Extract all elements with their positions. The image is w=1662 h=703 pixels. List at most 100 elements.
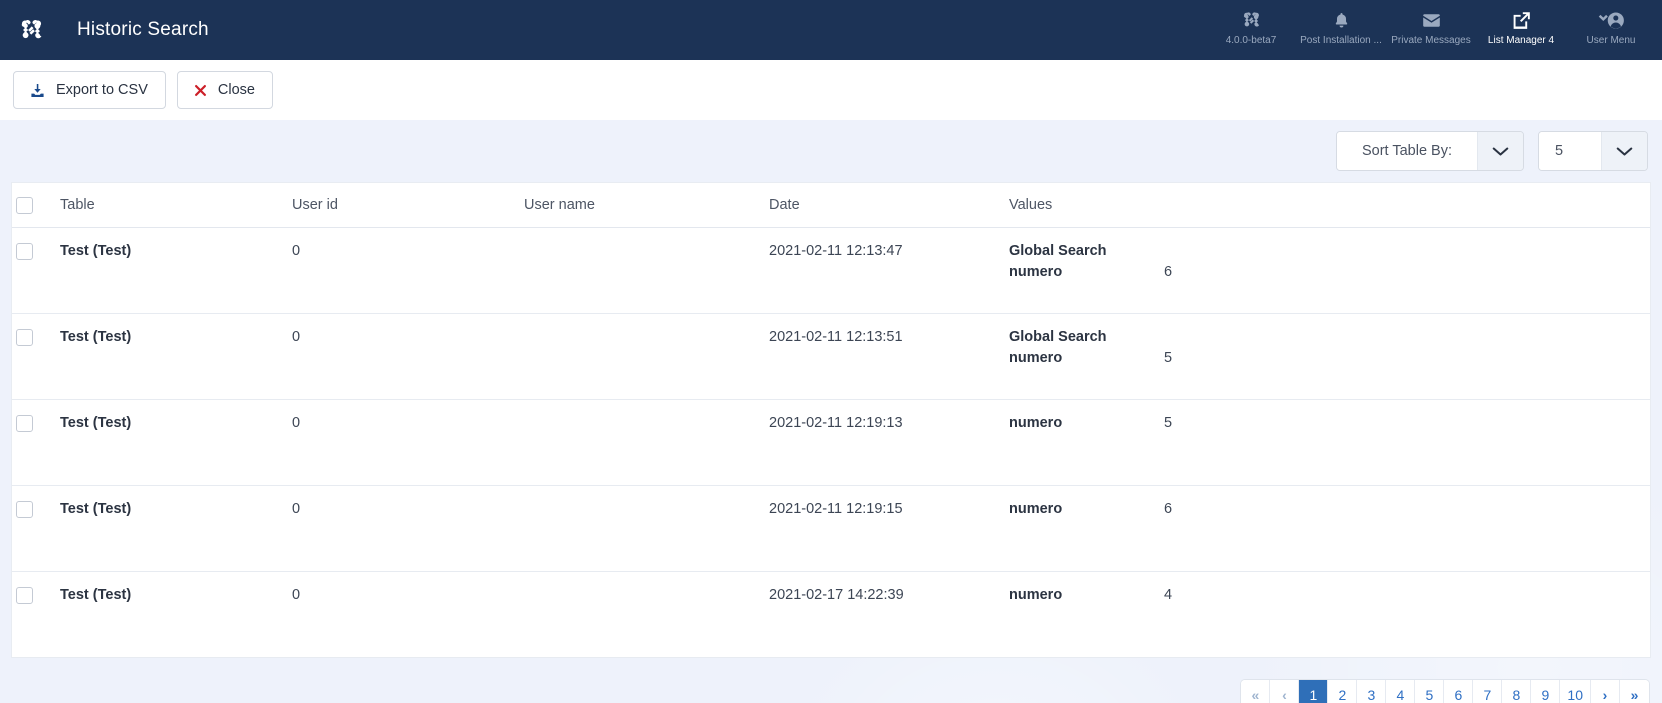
results-table-container: Table User id User name Date Values Test… [11,182,1651,658]
cell-values: numero 4 [1009,571,1650,658]
table-row[interactable]: Test (Test) 0 2021-02-17 14:22:39 numero 4 [12,571,1650,658]
cell-values: Global Search numero 5 [1009,313,1650,400]
cell-date: 2021-02-11 12:19:13 [769,399,1009,486]
header-module-post-installation[interactable]: Post Installation ... [1296,0,1386,60]
column-header-values[interactable]: Values [1009,183,1650,228]
cell-table: Test (Test) [60,571,292,658]
cell-user-id: 0 [292,485,524,572]
items-per-page-select[interactable]: 5 [1538,131,1648,171]
pagination: «‹ 1 2 3 4 5 6 7 8 9 10 ›» [1241,680,1649,703]
last-page[interactable]: » [1620,680,1649,703]
page-8[interactable]: 8 [1502,680,1532,703]
select-all-checkbox[interactable] [16,197,33,214]
export-to-csv-button[interactable]: Export to CSV [13,71,166,109]
next-page[interactable]: › [1591,680,1620,703]
header-module-private-messages[interactable]: Private Messages [1386,0,1476,60]
chevron-down-icon[interactable] [1477,132,1523,170]
row-checkbox[interactable] [16,587,33,604]
header-module-user-menu[interactable]: User Menu [1566,0,1656,60]
value-key: numero [1009,415,1063,431]
values-list: numero 6 [1009,501,1650,517]
value-pair: numero 6 [1009,501,1650,517]
column-header-user-name[interactable]: User name [524,183,769,228]
column-header-date[interactable]: Date [769,183,1009,228]
value-key: numero [1009,350,1063,366]
page-3[interactable]: 3 [1357,680,1387,703]
column-header-table[interactable]: Table [60,183,292,228]
cell-user-id: 0 [292,227,524,314]
filter-bar: Sort Table By: 5 [0,120,1662,182]
cell-user-name [524,313,769,400]
pagination-area: «‹ 1 2 3 4 5 6 7 8 9 10 ›» [0,658,1662,703]
cell-values: numero 5 [1009,399,1650,486]
cell-user-id: 0 [292,399,524,486]
table-head: Table User id User name Date Values [12,183,1650,228]
page-10[interactable]: 10 [1560,680,1591,703]
envelope-icon [1420,9,1443,32]
column-header-user-id[interactable]: User id [292,183,524,228]
table-row[interactable]: Test (Test) 0 2021-02-11 12:19:13 numero 5 [12,399,1650,486]
previous-page[interactable]: ‹ [1270,680,1300,703]
value-number: 6 [1164,501,1173,517]
page-1[interactable]: 1 [1299,680,1329,703]
value-number: 6 [1164,264,1173,280]
page-6[interactable]: 6 [1444,680,1474,703]
cell-table: Test (Test) [60,399,292,486]
row-checkbox[interactable] [16,501,33,518]
table-row[interactable]: Test (Test) 0 2021-02-11 12:13:47 Global Se… [12,227,1650,314]
cell-table: Test (Test) [60,227,292,314]
value-key: Global Search [1009,329,1107,345]
value-number: 5 [1164,415,1173,431]
values-list: Global Search numero 6 [1009,243,1650,280]
row-select-cell [12,485,60,572]
user-menu-icon [1597,9,1625,32]
value-pair: numero 4 [1009,587,1650,603]
header-module-label: User Menu [1586,35,1636,46]
row-checkbox[interactable] [16,415,33,432]
page-title: Historic Search [77,19,209,40]
header-module-list-manager[interactable]: List Manager 4 [1476,0,1566,60]
close-x-icon [193,83,208,98]
header-module-label: 4.0.0-beta7 [1225,35,1277,46]
row-select-cell [12,399,60,486]
table-header-row: Table User id User name Date Values [12,183,1650,228]
cell-user-id: 0 [292,571,524,658]
value-number: 5 [1164,350,1173,366]
download-icon [29,82,46,99]
page-7[interactable]: 7 [1473,680,1503,703]
page-4[interactable]: 4 [1386,680,1416,703]
value-number: 4 [1164,587,1173,603]
joomla-logo-icon[interactable] [0,17,62,44]
sort-table-by-select[interactable]: Sort Table By: [1336,131,1524,171]
values-list: Global Search numero 5 [1009,329,1650,366]
bell-icon [1332,9,1351,32]
sort-table-by-value: Sort Table By: [1337,132,1477,170]
cell-values: Global Search numero 6 [1009,227,1650,314]
first-page[interactable]: « [1241,680,1271,703]
value-key: numero [1009,264,1063,280]
value-key: numero [1009,501,1063,517]
page-5[interactable]: 5 [1415,680,1445,703]
value-pair: Global Search [1009,243,1650,259]
page-9[interactable]: 9 [1531,680,1561,703]
top-header-bar: Historic Search 4.0.0-beta7 Post Install… [0,0,1662,60]
external-link-icon [1511,9,1532,32]
table-row[interactable]: Test (Test) 0 2021-02-11 12:19:15 numero 6 [12,485,1650,572]
historic-search-table: Table User id User name Date Values Test… [12,183,1650,658]
value-pair: numero 5 [1009,350,1650,366]
table-row[interactable]: Test (Test) 0 2021-02-11 12:13:51 Global Se… [12,313,1650,400]
header-module-label: Private Messages [1391,35,1471,46]
page-2[interactable]: 2 [1328,680,1358,703]
cell-user-id: 0 [292,313,524,400]
header-module-version[interactable]: 4.0.0-beta7 [1206,0,1296,60]
action-toolbar: Export to CSV Close [0,60,1662,120]
items-per-page-value: 5 [1539,132,1601,170]
row-checkbox[interactable] [16,329,33,346]
row-checkbox[interactable] [16,243,33,260]
cell-user-name [524,571,769,658]
chevron-down-icon[interactable] [1601,132,1647,170]
close-button[interactable]: Close [176,71,273,109]
export-to-csv-label: Export to CSV [56,82,148,98]
cell-date: 2021-02-11 12:13:51 [769,313,1009,400]
value-pair: numero 5 [1009,415,1650,431]
